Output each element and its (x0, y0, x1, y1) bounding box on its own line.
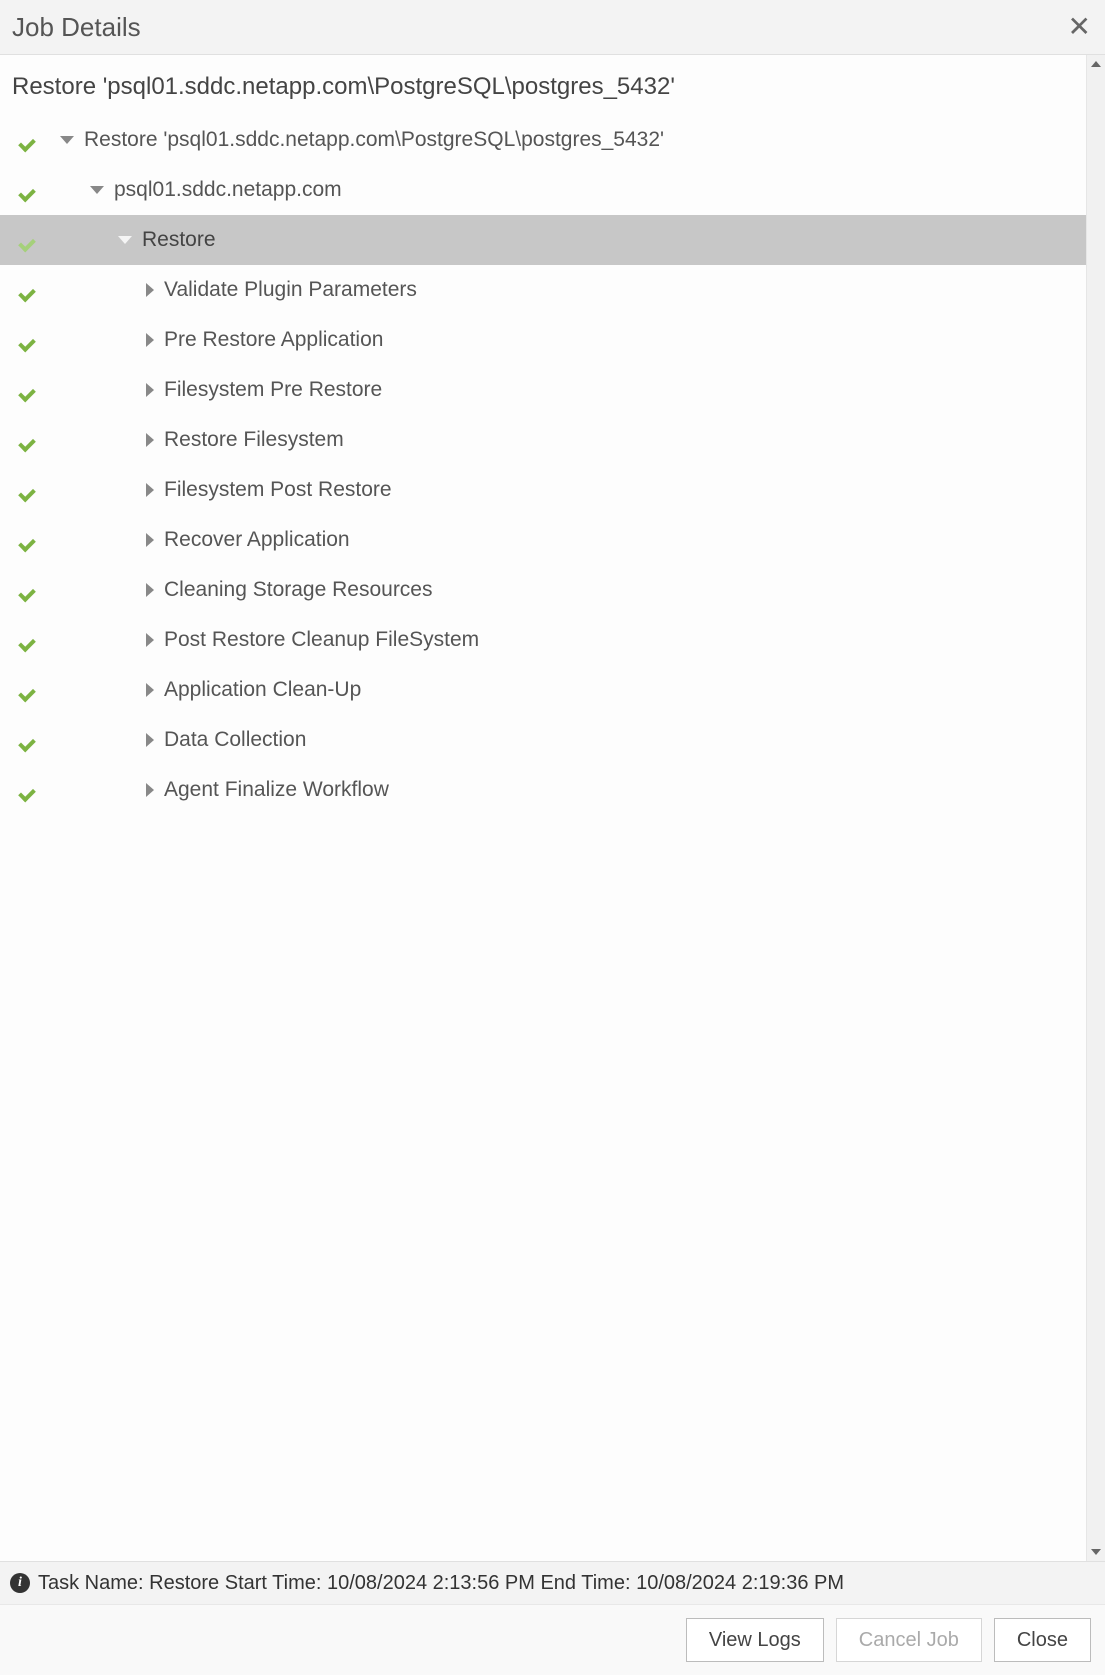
dialog-title: Job Details (12, 12, 141, 43)
checkmark-icon (22, 682, 38, 698)
checkmark-icon (22, 182, 38, 198)
chevron-right-icon[interactable] (146, 733, 154, 747)
chevron-right-icon[interactable] (146, 433, 154, 447)
checkmark-icon (22, 632, 38, 648)
checkmark-icon (22, 232, 38, 248)
chevron-down-icon[interactable] (60, 136, 74, 144)
tree-row-label: psql01.sddc.netapp.com (114, 178, 342, 202)
tree-row[interactable]: Recover Application (0, 515, 1087, 565)
status-col (22, 732, 60, 748)
tree-row[interactable]: Filesystem Pre Restore (0, 365, 1087, 415)
job-details-dialog: Job Details ✕ Restore 'psql01.sddc.netap… (0, 0, 1105, 1675)
chevron-down-icon[interactable] (90, 186, 104, 194)
tree-row[interactable]: Application Clean-Up (0, 665, 1087, 715)
checkmark-icon (22, 432, 38, 448)
tree-row[interactable]: Cleaning Storage Resources (0, 565, 1087, 615)
chevron-right-icon[interactable] (146, 783, 154, 797)
info-icon: i (10, 1573, 30, 1593)
checkmark-icon (22, 782, 38, 798)
status-col (22, 232, 60, 248)
status-col (22, 482, 60, 498)
tree-row-label: Validate Plugin Parameters (164, 278, 417, 302)
scrollbar[interactable] (1086, 55, 1105, 1561)
checkmark-icon (22, 382, 38, 398)
tree-row[interactable]: Data Collection (0, 715, 1087, 765)
tree-row-label: Restore 'psql01.sddc.netapp.com\PostgreS… (84, 128, 664, 152)
job-subtitle: Restore 'psql01.sddc.netapp.com\PostgreS… (0, 55, 1087, 115)
status-col (22, 282, 60, 298)
body-inner: Restore 'psql01.sddc.netapp.com\PostgreS… (0, 55, 1087, 1561)
checkmark-icon (22, 132, 38, 148)
close-icon[interactable]: ✕ (1068, 13, 1091, 41)
chevron-right-icon[interactable] (146, 333, 154, 347)
chevron-down-icon[interactable] (118, 236, 132, 244)
checkmark-icon (22, 732, 38, 748)
tree-row-label: Agent Finalize Workflow (164, 778, 389, 802)
tree-row[interactable]: psql01.sddc.netapp.com (0, 165, 1087, 215)
chevron-right-icon[interactable] (146, 583, 154, 597)
chevron-right-icon[interactable] (146, 533, 154, 547)
checkmark-icon (22, 532, 38, 548)
checkmark-icon (22, 482, 38, 498)
tree-row-label: Cleaning Storage Resources (164, 578, 433, 602)
tree-row[interactable]: Restore 'psql01.sddc.netapp.com\PostgreS… (0, 115, 1087, 165)
status-col (22, 582, 60, 598)
tree-row[interactable]: Post Restore Cleanup FileSystem (0, 615, 1087, 665)
job-tree: Restore 'psql01.sddc.netapp.com\PostgreS… (0, 115, 1087, 815)
cancel-job-button: Cancel Job (836, 1618, 982, 1662)
tree-row[interactable]: Restore (0, 215, 1087, 265)
status-col (22, 332, 60, 348)
status-text: Task Name: Restore Start Time: 10/08/202… (38, 1572, 844, 1595)
status-col (22, 382, 60, 398)
chevron-right-icon[interactable] (146, 683, 154, 697)
tree-row-label: Application Clean-Up (164, 678, 361, 702)
dialog-header: Job Details ✕ (0, 0, 1105, 55)
dialog-footer: View Logs Cancel Job Close (0, 1604, 1105, 1675)
chevron-right-icon[interactable] (146, 283, 154, 297)
tree-row[interactable]: Restore Filesystem (0, 415, 1087, 465)
checkmark-icon (22, 332, 38, 348)
tree-row-label: Filesystem Post Restore (164, 478, 392, 502)
tree-row-label: Pre Restore Application (164, 328, 383, 352)
tree-row-label: Recover Application (164, 528, 350, 552)
status-col (22, 432, 60, 448)
chevron-right-icon[interactable] (146, 633, 154, 647)
tree-row[interactable]: Pre Restore Application (0, 315, 1087, 365)
tree-row-label: Filesystem Pre Restore (164, 378, 382, 402)
status-col (22, 182, 60, 198)
chevron-right-icon[interactable] (146, 383, 154, 397)
close-button[interactable]: Close (994, 1618, 1091, 1662)
chevron-right-icon[interactable] (146, 483, 154, 497)
scroll-down-icon[interactable] (1087, 1543, 1105, 1561)
tree-row[interactable]: Filesystem Post Restore (0, 465, 1087, 515)
status-col (22, 132, 60, 148)
tree-row-label: Post Restore Cleanup FileSystem (164, 628, 479, 652)
status-col (22, 532, 60, 548)
tree-row[interactable]: Validate Plugin Parameters (0, 265, 1087, 315)
scroll-up-icon[interactable] (1087, 55, 1105, 73)
status-col (22, 632, 60, 648)
tree-row-label: Restore Filesystem (164, 428, 344, 452)
status-col (22, 782, 60, 798)
tree-row[interactable]: Agent Finalize Workflow (0, 765, 1087, 815)
dialog-body: Restore 'psql01.sddc.netapp.com\PostgreS… (0, 55, 1105, 1561)
status-col (22, 682, 60, 698)
tree-row-label: Data Collection (164, 728, 306, 752)
checkmark-icon (22, 582, 38, 598)
view-logs-button[interactable]: View Logs (686, 1618, 824, 1662)
checkmark-icon (22, 282, 38, 298)
status-bar: i Task Name: Restore Start Time: 10/08/2… (0, 1561, 1105, 1604)
tree-row-label: Restore (142, 228, 216, 252)
